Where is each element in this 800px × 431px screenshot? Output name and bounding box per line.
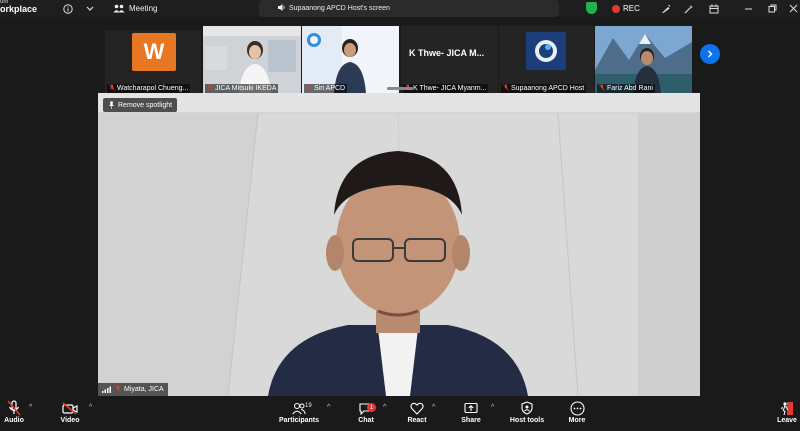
strip-resize-handle[interactable]: [387, 87, 413, 90]
info-icon[interactable]: [61, 2, 75, 15]
video-feed: [98, 93, 700, 396]
share-button[interactable]: Share: [460, 399, 482, 429]
leave-icon: [780, 399, 794, 417]
mic-muted-icon: [503, 84, 509, 93]
participant-tile[interactable]: Fariz Abd Rani: [595, 26, 692, 94]
share-label: Share: [461, 417, 481, 424]
remove-spotlight-label: Remove spotlight: [118, 101, 173, 109]
close-icon[interactable]: [786, 2, 800, 15]
participant-name: K Thwe- JICA Myanm...: [403, 84, 489, 93]
participant-tile[interactable]: K Thwe- JICA M... K Thwe- JICA Myanm...: [401, 26, 498, 94]
record-dot-icon: [612, 4, 620, 13]
share-options-caret-icon[interactable]: ^: [491, 404, 494, 411]
audio-options-caret-icon[interactable]: ^: [29, 404, 32, 411]
signal-strength-icon: [102, 386, 111, 393]
host-tools-label: Host tools: [509, 417, 545, 424]
heart-icon: [410, 399, 424, 417]
avatar: [526, 32, 566, 70]
participant-tile[interactable]: W Watcharapol Chueng...: [105, 30, 201, 94]
participant-name: Watcharapol Chueng...: [107, 84, 191, 93]
meeting-toolbar: Audio ^ Video ^ 19 Participants ^ 1 Chat…: [0, 396, 800, 431]
chat-button[interactable]: 1 Chat: [355, 399, 377, 429]
title-bar: om orkplace Meeting Supaanong APCD Host'…: [0, 0, 800, 17]
more-dots-icon: [569, 399, 585, 417]
participants-label: Participants: [278, 417, 320, 424]
participant-display-name: K Thwe- JICA M...: [409, 48, 485, 58]
encryption-shield-icon[interactable]: [586, 2, 597, 14]
chat-icon: 1: [355, 399, 377, 417]
meeting-tab[interactable]: Meeting: [113, 0, 157, 17]
share-status-text: Supaanong APCD Host's screen: [289, 5, 390, 12]
video-off-icon: [62, 399, 78, 417]
next-page-button[interactable]: [700, 44, 720, 64]
rec-label: REC: [623, 4, 640, 13]
more-label: More: [568, 417, 586, 424]
screen-share-status[interactable]: Supaanong APCD Host's screen: [259, 0, 559, 17]
mic-muted-icon: [599, 84, 605, 93]
mic-muted-icon: [109, 84, 115, 93]
chevron-down-icon[interactable]: [83, 2, 97, 15]
react-options-caret-icon[interactable]: ^: [432, 404, 435, 411]
recording-indicator[interactable]: REC: [612, 0, 640, 17]
audio-label: Audio: [4, 417, 24, 424]
spotlight-video[interactable]: Remove spotlight Miyata, JICA: [98, 93, 700, 396]
minimize-icon[interactable]: [741, 2, 755, 15]
participant-count: 19: [305, 403, 312, 409]
mic-muted-icon: [207, 84, 213, 93]
react-button[interactable]: React: [406, 399, 428, 429]
shield-icon: [521, 399, 533, 417]
remove-spotlight-button[interactable]: Remove spotlight: [103, 98, 178, 112]
participant-tile[interactable]: Supaanong APCD Host: [499, 26, 594, 94]
host-tools-button[interactable]: Host tools: [508, 399, 546, 429]
leave-button[interactable]: Leave: [776, 399, 798, 429]
chat-label: Chat: [358, 417, 374, 424]
meeting-label: Meeting: [129, 4, 158, 13]
participant-name: Supaanong APCD Host: [501, 84, 587, 93]
magic-wand-icon[interactable]: [682, 2, 696, 15]
speaker-icon: [277, 3, 286, 14]
app-logo: om orkplace: [0, 0, 38, 14]
participant-tile[interactable]: JICA Mitsuki IKEDA: [203, 26, 301, 94]
annotate-icon[interactable]: [659, 2, 673, 15]
video-label: Video: [60, 417, 80, 424]
mic-muted-icon: [306, 84, 312, 93]
zoom-window: om orkplace Meeting Supaanong APCD Host'…: [0, 0, 800, 431]
mic-muted-icon: [115, 385, 121, 394]
apps-icon[interactable]: [707, 2, 721, 15]
spotlight-participant-name: Miyata, JICA: [98, 383, 168, 396]
video-options-caret-icon[interactable]: ^: [89, 404, 92, 411]
mic-muted-icon: [7, 399, 21, 417]
audio-button[interactable]: Audio: [3, 399, 25, 429]
participant-name: Siri APCD: [304, 84, 348, 93]
chat-unread-badge: 1: [367, 403, 376, 412]
participant-tile[interactable]: Siri APCD: [302, 26, 399, 94]
more-button[interactable]: More: [565, 399, 589, 429]
restore-icon[interactable]: [765, 2, 779, 15]
video-button[interactable]: Video: [58, 399, 82, 429]
leave-label: Leave: [777, 417, 797, 424]
gallery-strip: W Watcharapol Chueng... JICA Mitsuki IKE…: [0, 17, 800, 94]
participant-name: JICA Mitsuki IKEDA: [205, 84, 279, 93]
participants-icon: 19: [278, 399, 320, 417]
people-icon: [113, 4, 125, 13]
participants-options-caret-icon[interactable]: ^: [327, 404, 330, 411]
avatar: W: [132, 33, 176, 71]
participant-name: Fariz Abd Rani: [597, 84, 655, 93]
chevron-right-icon: [708, 50, 713, 58]
chat-options-caret-icon[interactable]: ^: [383, 404, 386, 411]
react-label: React: [407, 417, 427, 424]
participants-button[interactable]: 19 Participants: [278, 399, 320, 429]
share-screen-icon: [464, 399, 478, 417]
pin-icon: [109, 101, 114, 109]
